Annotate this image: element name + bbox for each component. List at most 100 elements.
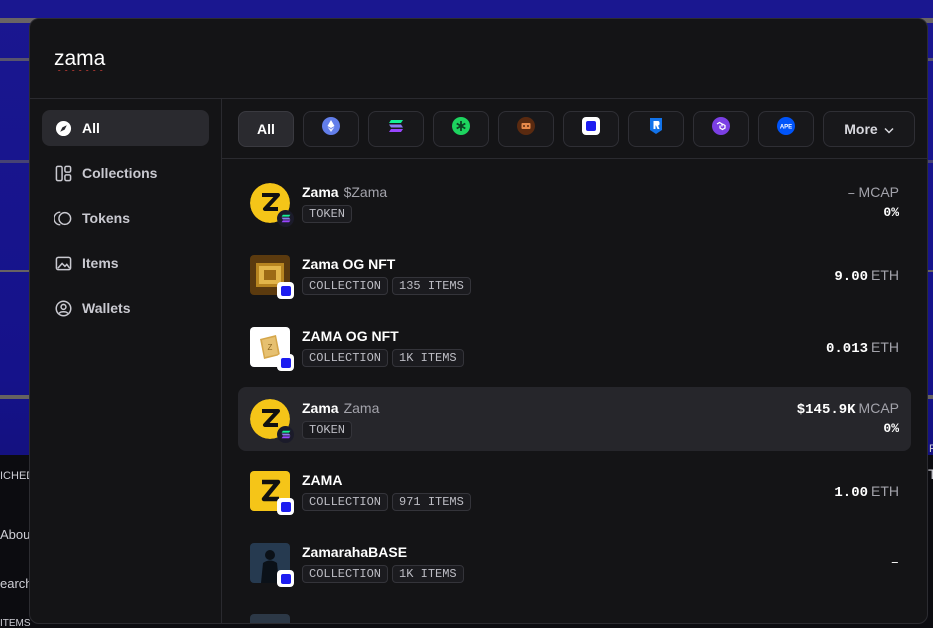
more-chains-button[interactable]: More [823,110,915,147]
sidebar-item-label: Items [82,255,119,271]
result-value: 0.013 [825,341,868,357]
search-modal: All Collections Tokens Items [29,18,928,624]
search-bar [30,19,927,99]
result-name: ZAMA OG NFT [302,328,399,344]
grid-icon [54,164,72,182]
chain-green-icon [452,117,470,140]
result-symbol: Zama [343,400,380,416]
chain-filter-label: All [257,120,275,137]
result-row[interactable]: Zama Zama TOKEN $145.9K MCAP 0% [238,387,911,451]
result-unit: ETH [871,483,899,499]
item-count-tag: 971 ITEMS [392,493,471,511]
sidebar-item-items[interactable]: Items [42,245,209,281]
ethereum-icon [322,117,340,140]
result-change: 0% [883,421,899,436]
result-value: – [847,186,856,202]
result-value: $145.9K [796,402,856,418]
type-tag: TOKEN [302,205,353,223]
chain-brown-icon [517,117,535,140]
sidebar-item-label: Collections [82,165,158,181]
result-unit: MCAP [858,184,899,200]
item-count-tag: 1K ITEMS [392,565,464,583]
chain-filter-green[interactable] [433,110,489,147]
result-unit: ETH [871,267,899,283]
results-list: Zama $Zama TOKEN – MCAP 0% Zama OG NFT COL… [222,159,927,623]
result-row[interactable]: Zama OG NFT COLLECTION 135 ITEMS 9.00 ETH [238,243,911,307]
result-unit: MCAP [858,400,899,416]
type-tag: TOKEN [302,421,353,439]
result-name: Zama [302,400,339,416]
sidebar-item-collections[interactable]: Collections [42,155,209,191]
sidebar-item-wallets[interactable]: Wallets [42,290,209,326]
results-panel: All APE More Zama $Zama TOKEN – MCAP 0% … [222,99,927,623]
base-badge-icon [277,354,294,371]
more-label: More [844,120,878,137]
solana-icon [388,119,404,138]
image-icon [54,254,72,272]
chain-filter-bar: All APE More [222,99,927,159]
result-change: 0% [883,205,899,220]
result-name: ZamarahaBASE [302,544,408,560]
collection-avatar: Z [250,327,294,371]
chevron-down-icon [884,121,894,137]
apechain-icon: APE [777,117,795,140]
compass-icon [54,119,72,137]
type-tag: COLLECTION [302,565,389,583]
result-row[interactable]: Zama $Zama TOKEN – MCAP 0% [238,171,911,235]
sidebar-item-label: Wallets [82,300,131,316]
bg-text: F [929,443,933,455]
ronin-icon [648,117,664,140]
polygon-icon [712,117,730,140]
token-avatar [250,183,294,227]
result-symbol: $Zama [343,184,388,200]
base-badge-icon [277,570,294,587]
chain-filter-brown[interactable] [498,110,554,147]
bg-text: Abou [0,527,31,542]
chain-filter-polygon[interactable] [693,110,749,147]
sidebar: All Collections Tokens Items Wallets [30,99,222,623]
chain-filter-apechain[interactable]: APE [758,110,814,147]
type-tag: COLLECTION [302,277,389,295]
result-value: – [890,555,899,571]
coins-icon [54,209,72,227]
type-tag: COLLECTION [302,349,389,367]
result-value: 1.00 [834,485,868,501]
base-icon [582,117,600,140]
result-name: Zama [302,184,339,200]
collection-avatar [250,471,294,515]
chain-filter-all[interactable]: All [238,110,294,147]
sidebar-item-label: Tokens [82,210,130,226]
base-badge-icon [277,282,294,299]
base-badge-icon [277,498,294,515]
solana-badge-icon [277,210,294,227]
sidebar-item-tokens[interactable]: Tokens [42,200,209,236]
chain-filter-ethereum[interactable] [303,110,359,147]
bg-text: ITEMS [0,618,31,628]
search-input[interactable] [54,46,654,71]
solana-badge-icon [277,426,294,443]
chain-filter-base[interactable] [563,110,619,147]
result-row[interactable]: ZamarahaBASE COLLECTION 1K ITEMS – [238,531,911,595]
token-avatar [250,399,294,443]
result-value: 9.00 [834,269,868,285]
collection-avatar [250,543,294,587]
user-circle-icon [54,299,72,317]
chain-filter-ronin[interactable] [628,110,684,147]
collection-avatar [250,614,290,623]
result-row[interactable]: ZAMA COLLECTION 971 ITEMS 1.00 ETH [238,459,911,523]
item-count-tag: 135 ITEMS [392,277,471,295]
type-tag: COLLECTION [302,493,389,511]
svg-text:Z: Z [268,343,273,352]
sidebar-item-all[interactable]: All [42,110,209,146]
bg-text: T [928,466,933,482]
result-name: ZAMA [302,472,343,488]
collection-avatar [250,255,294,299]
result-row[interactable] [238,603,911,623]
svg-text:APE: APE [780,125,792,131]
chain-filter-solana[interactable] [368,110,424,147]
bg-text: earch [0,576,33,591]
result-row[interactable]: Z ZAMA OG NFT COLLECTION 1K ITEMS 0.013 ET… [238,315,911,379]
sidebar-item-label: All [82,120,100,136]
item-count-tag: 1K ITEMS [392,349,464,367]
result-name: Zama OG NFT [302,256,396,272]
